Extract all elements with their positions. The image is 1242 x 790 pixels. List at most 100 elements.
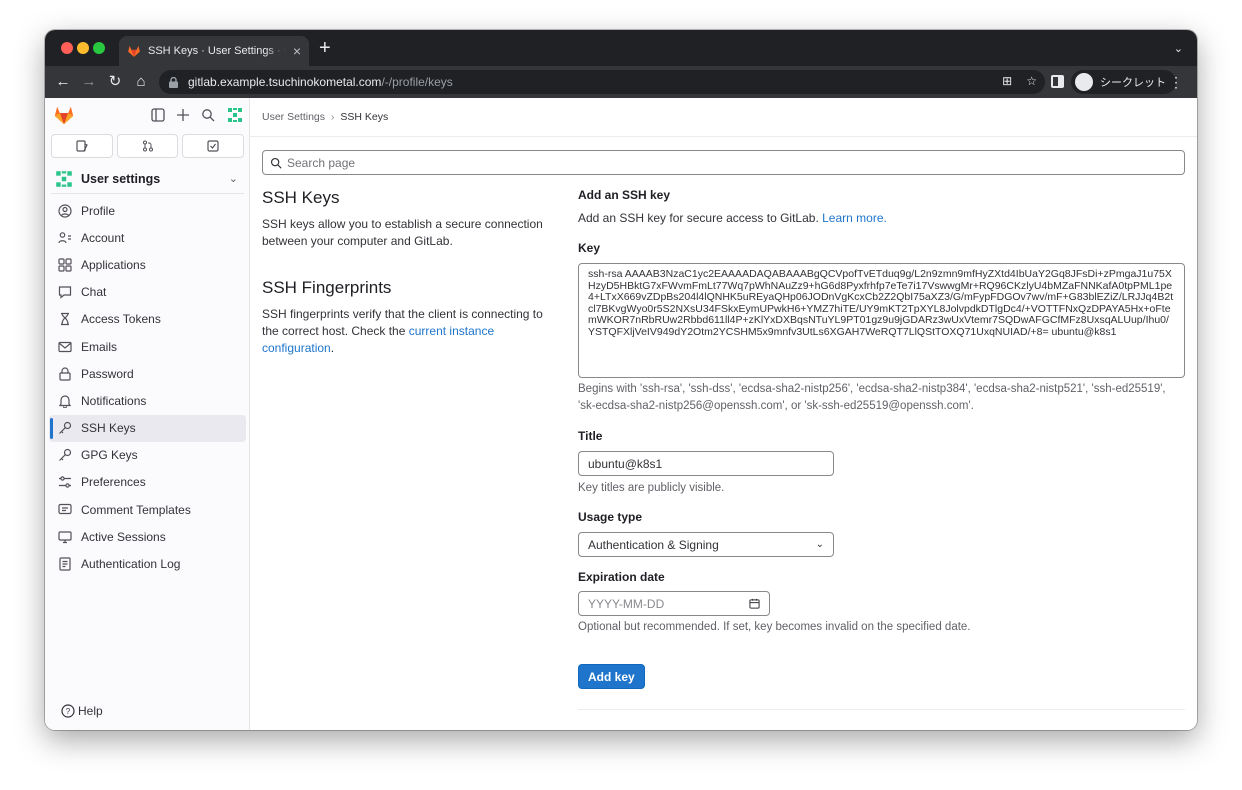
- learn-more-link[interactable]: Learn more.: [822, 211, 887, 225]
- tab-strip: SSH Keys · User Settings · GitLab × + ⌄: [45, 30, 1197, 66]
- sidebar-item-active-sessions[interactable]: Active Sessions: [49, 523, 246, 550]
- breadcrumb-divider: [250, 136, 1197, 137]
- forward-icon[interactable]: →: [79, 72, 99, 92]
- user-avatar-icon[interactable]: [226, 106, 244, 124]
- url-path: /-/profile/keys: [381, 75, 453, 89]
- search-icon[interactable]: [201, 108, 215, 122]
- browser-toolbar: ← → ↻ ⌂ gitlab.example.tsuchinokometal.c…: [45, 66, 1197, 98]
- add-key-text: Add an SSH key for secure access to GitL…: [578, 211, 823, 225]
- sidebar-item-chat[interactable]: Chat: [49, 279, 246, 306]
- url-host: gitlab.example.tsuchinokometal.com: [188, 75, 382, 89]
- title-hint: Key titles are publicly visible.: [578, 482, 725, 494]
- gitlab-favicon-icon: [128, 45, 140, 57]
- sidebar-item-label: Emails: [81, 339, 118, 354]
- sidebar-item-profile[interactable]: Profile: [49, 197, 246, 224]
- applications-icon: [58, 258, 72, 272]
- usage-type-label: Usage type: [578, 510, 643, 524]
- collapse-sidebar-icon[interactable]: [151, 108, 165, 122]
- comment-icon: [58, 503, 72, 514]
- mail-icon: [58, 341, 72, 352]
- sidebar-item-label: Comment Templates: [81, 502, 191, 517]
- sidebar-item-label: Profile: [81, 203, 116, 218]
- main-content: User Settings › SSH Keys Search page SSH…: [250, 98, 1197, 730]
- todos-tab[interactable]: [182, 134, 245, 158]
- zoom-window-button[interactable]: [93, 42, 105, 54]
- sidebar-item-label: SSH Keys: [81, 421, 136, 436]
- token-icon: [61, 313, 69, 326]
- breadcrumb-user-settings[interactable]: User Settings: [262, 111, 325, 123]
- close-tab-icon[interactable]: ×: [293, 44, 301, 58]
- browser-menu-icon[interactable]: ⋮: [1169, 74, 1183, 91]
- sidebar-item-access-tokens[interactable]: Access Tokens: [49, 306, 246, 333]
- search-page-input[interactable]: Search page: [262, 150, 1185, 175]
- monitor-icon: [58, 531, 72, 543]
- browser-window: SSH Keys · User Settings · GitLab × + ⌄ …: [45, 30, 1197, 730]
- usage-type-select[interactable]: Authentication & Signing ⌄: [578, 532, 834, 557]
- plus-icon[interactable]: [176, 108, 190, 122]
- search-icon: [270, 157, 282, 169]
- sidebar-item-account[interactable]: Account: [49, 224, 246, 251]
- gitlab-logo-icon[interactable]: [53, 104, 75, 126]
- sidebar-item-gpg-keys[interactable]: GPG Keys: [49, 442, 246, 469]
- section-divider: [578, 709, 1185, 710]
- incognito-indicator[interactable]: シークレット: [1071, 70, 1176, 94]
- tab-search-chevron-icon[interactable]: ⌄: [1174, 42, 1183, 55]
- calendar-icon[interactable]: [749, 598, 760, 609]
- sidebar-item-ssh-keys[interactable]: SSH Keys: [49, 414, 246, 442]
- add-key-heading: Add an SSH key: [578, 188, 671, 202]
- translate-icon[interactable]: ⊞: [1002, 74, 1012, 88]
- sidebar-item-label: Account: [81, 230, 125, 245]
- bookmark-star-icon[interactable]: ☆: [1026, 74, 1037, 88]
- minimize-window-button[interactable]: [77, 42, 89, 54]
- search-placeholder: Search page: [287, 155, 356, 170]
- new-tab-button[interactable]: +: [319, 38, 331, 58]
- ssh-fingerprints-description: SSH fingerprints verify that the client …: [262, 306, 552, 357]
- key-icon: [59, 421, 72, 435]
- user-settings-avatar-icon: [56, 170, 72, 187]
- sidebar-item-authentication-log[interactable]: Authentication Log: [49, 550, 246, 577]
- svg-text:?: ?: [66, 707, 71, 716]
- help-button[interactable]: ? Help: [61, 704, 103, 718]
- key-label: Key: [578, 241, 601, 255]
- browser-tab[interactable]: SSH Keys · User Settings · GitLab ×: [119, 36, 309, 66]
- chevron-down-icon: ⌄: [228, 173, 238, 185]
- sidebar-item-password[interactable]: Password: [49, 360, 246, 387]
- account-icon: [58, 231, 71, 243]
- expiration-hint: Optional but recommended. If set, key be…: [578, 621, 971, 633]
- settings-nav: Profile Account Applications Chat Access Tok…: [49, 197, 246, 578]
- chat-icon: [58, 286, 72, 299]
- key-icon: [59, 449, 72, 462]
- back-icon[interactable]: ←: [53, 72, 73, 92]
- preferences-icon: [59, 476, 71, 489]
- side-panel-icon[interactable]: [1051, 75, 1064, 88]
- home-icon[interactable]: ⌂: [131, 72, 151, 92]
- sidebar-item-label: Notifications: [81, 393, 147, 408]
- key-textarea[interactable]: ssh-rsa AAAAB3NzaC1yc2EAAAADAQABAAABgQCV…: [578, 263, 1185, 378]
- ssh-keys-description: SSH keys allow you to establish a secure…: [262, 217, 543, 248]
- chevron-down-icon: ⌄: [815, 539, 824, 550]
- merge-requests-tab[interactable]: [116, 134, 179, 158]
- sidebar-item-label: Access Tokens: [81, 312, 161, 327]
- context-label: User settings: [81, 171, 161, 186]
- add-key-button[interactable]: Add key: [578, 664, 645, 689]
- issues-icon: [76, 140, 88, 152]
- context-switcher[interactable]: User settings ⌄: [51, 164, 244, 194]
- merge-request-icon: [142, 140, 153, 152]
- question-icon: ?: [61, 704, 75, 718]
- address-bar[interactable]: gitlab.example.tsuchinokometal.com/-/pro…: [159, 70, 1045, 94]
- lock-icon: [59, 367, 71, 381]
- gitlab-page: User settings ⌄ Profile Account Applicatio…: [45, 98, 1197, 730]
- title-input[interactable]: ubuntu@k8s1: [578, 451, 834, 476]
- sidebar-item-emails[interactable]: Emails: [49, 333, 246, 360]
- issues-tab[interactable]: [51, 134, 113, 158]
- key-hint: Begins with 'ssh-rsa', 'ssh-dss', 'ecdsa…: [578, 383, 1166, 412]
- close-window-button[interactable]: [61, 42, 73, 54]
- sidebar-item-applications[interactable]: Applications: [49, 251, 246, 278]
- sidebar-item-preferences[interactable]: Preferences: [49, 469, 246, 496]
- sidebar-item-notifications[interactable]: Notifications: [49, 387, 246, 414]
- sidebar-item-label: Chat: [81, 285, 107, 300]
- reload-icon[interactable]: ↻: [105, 72, 125, 92]
- sidebar-item-comment-templates[interactable]: Comment Templates: [49, 496, 246, 523]
- expiration-date-input[interactable]: YYYY-MM-DD: [578, 591, 770, 616]
- breadcrumb-ssh-keys[interactable]: SSH Keys: [340, 111, 388, 123]
